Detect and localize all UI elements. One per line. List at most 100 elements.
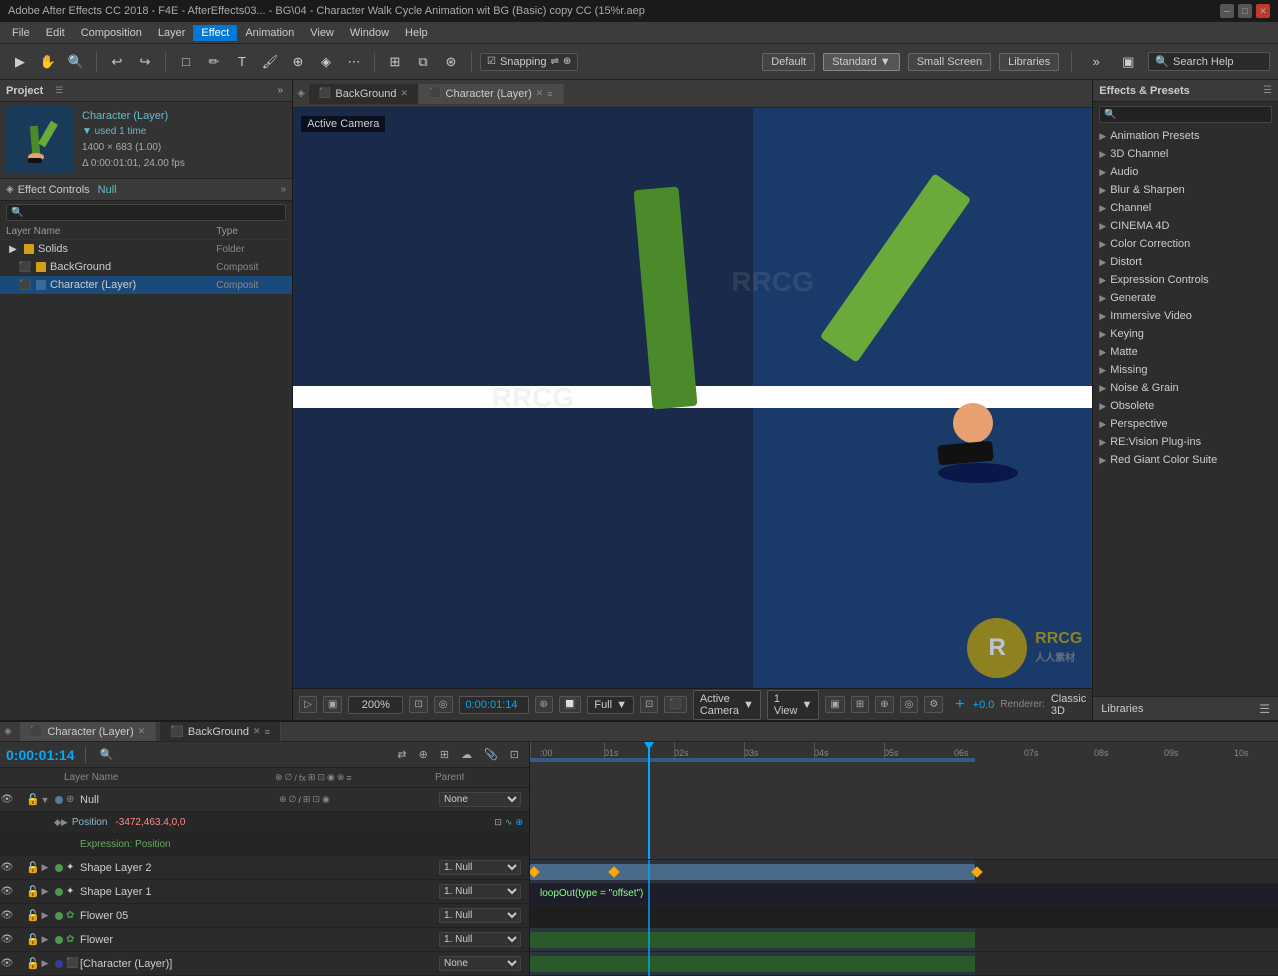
layer-row-shape1[interactable]: 👁 🔓 ▶ ✦ Shape Layer 1 1. Null (0, 880, 529, 904)
pen-tool[interactable]: ✏ (202, 50, 226, 74)
category-noise-grain[interactable]: ▶ Noise & Grain (1093, 379, 1278, 397)
category-expression-controls[interactable]: ▶ Expression Controls (1093, 271, 1278, 289)
category-color-correction[interactable]: ▶ Color Correction (1093, 235, 1278, 253)
category-channel[interactable]: ▶ Channel (1093, 199, 1278, 217)
sw-null-2[interactable]: ∅ (289, 794, 297, 805)
menu-view[interactable]: View (302, 25, 342, 41)
menu-layer[interactable]: Layer (150, 25, 194, 41)
tl-tab-character[interactable]: ⬛ Character (Layer) ✕ (20, 722, 156, 741)
comp-tab-character[interactable]: ⬛ Character (Layer) ✕ ≡ (419, 84, 563, 104)
tl-tab-bg-menu[interactable]: ≡ (265, 727, 270, 737)
viewer-ctrl-bg[interactable]: 🔲 (559, 696, 581, 713)
parent-select-shape2[interactable]: 1. Null (439, 860, 521, 875)
sw-null-5[interactable]: ⊡ (312, 794, 320, 805)
workspace-standard[interactable]: Standard ▼ (823, 53, 900, 71)
viewer-ctrl-grid[interactable]: ⊞ (851, 696, 869, 713)
category-distort[interactable]: ▶ Distort (1093, 253, 1278, 271)
zoom-display[interactable]: 200% (348, 696, 403, 714)
workspace-default[interactable]: Default (762, 53, 815, 71)
tl-tab-char-close[interactable]: ✕ (138, 726, 146, 737)
viewer-ctrl-2[interactable]: ⬛ (664, 696, 686, 713)
brush-tool[interactable]: 🖌 (258, 50, 282, 74)
layer-row-character[interactable]: 👁 🔓 ▶ ⬛ [Character (Layer)] None (0, 952, 529, 976)
sw-null-3[interactable]: / (298, 795, 301, 805)
layer-expand-character[interactable]: ▶ (38, 958, 52, 969)
tl-tool-4[interactable]: ☁ (457, 746, 476, 763)
parent-select-flower05[interactable]: 1. Null (439, 908, 521, 923)
viewer-ctrl-guide[interactable]: ⊕ (875, 696, 893, 713)
effect-controls-expand[interactable]: » (281, 184, 287, 195)
redo-tool[interactable]: ↪ (133, 50, 157, 74)
tl-tab-background[interactable]: ⬛ BackGround ✕ ≡ (160, 722, 281, 741)
tl-tool-2[interactable]: ⊕ (415, 746, 432, 763)
item-solids[interactable]: ▶ Solids Folder (0, 240, 292, 258)
layer-vis-null[interactable]: 👁 (0, 794, 14, 805)
parent-select-null[interactable]: None (439, 792, 521, 807)
project-panel-expand[interactable]: » (275, 84, 287, 97)
item-background[interactable]: ⬛ BackGround Composit (0, 258, 292, 276)
layer-row-flower05[interactable]: 👁 🔓 ▶ ✿ Flower 05 1. Null (0, 904, 529, 928)
libraries-icon[interactable]: ☰ (1259, 702, 1270, 716)
layer-lock-character[interactable]: 🔓 (26, 957, 38, 970)
prop-ctrl-1[interactable]: ⊡ (494, 817, 502, 828)
menu-help[interactable]: Help (397, 25, 436, 41)
layer-expand-shape2[interactable]: ▶ (38, 862, 52, 873)
category-perspective[interactable]: ▶ Perspective (1093, 415, 1278, 433)
category-animation-presets[interactable]: ▶ Animation Presets (1093, 127, 1278, 145)
timeline-playhead[interactable] (648, 742, 650, 859)
select-tool[interactable]: ▶ (8, 50, 32, 74)
category-missing[interactable]: ▶ Missing (1093, 361, 1278, 379)
quality-dropdown[interactable]: Full ▼ (587, 696, 634, 714)
tl-tool-5[interactable]: 📎 (480, 746, 502, 763)
extra-tool[interactable]: ⊛ (439, 50, 463, 74)
category-generate[interactable]: ▶ Generate (1093, 289, 1278, 307)
menu-animation[interactable]: Animation (237, 25, 302, 41)
menu-composition[interactable]: Composition (73, 25, 150, 41)
view-mode-dropdown[interactable]: 1 View ▼ (767, 690, 820, 720)
menu-file[interactable]: File (4, 25, 38, 41)
category-immersive-video[interactable]: ▶ Immersive Video (1093, 307, 1278, 325)
sw-null-1[interactable]: ⊕ (279, 794, 287, 805)
category-keying[interactable]: ▶ Keying (1093, 325, 1278, 343)
tl-tool-1[interactable]: ⇄ (393, 746, 410, 763)
layer-expand-null[interactable]: ▼ (38, 795, 52, 805)
layer-lock-shape2[interactable]: 🔓 (26, 861, 38, 874)
category-3d-channel[interactable]: ▶ 3D Channel (1093, 145, 1278, 163)
viewer-ctrl-overlay[interactable]: ◎ (900, 696, 919, 713)
comp-tab-bg-close[interactable]: ✕ (401, 88, 409, 99)
layer-lock-shape1[interactable]: 🔓 (26, 885, 38, 898)
text-tool[interactable]: T (230, 50, 254, 74)
item-character-layer[interactable]: ⬛ Character (Layer) Composit (0, 276, 292, 294)
layer-vis-character[interactable]: 👁 (0, 958, 14, 969)
viewer-ctrl-monitor[interactable]: ▣ (323, 696, 342, 713)
parent-select-shape1[interactable]: 1. Null (439, 884, 521, 899)
layer-row-flower[interactable]: 👁 🔓 ▶ ✿ Flower 1. Null (0, 928, 529, 952)
layer-row-null[interactable]: 👁 🔓 ▼ ⊕ Null ⊕ ∅ / ⊞ ⊡ ◉ None (0, 788, 529, 812)
layer-expand-shape1[interactable]: ▶ (38, 886, 52, 897)
viewer-ctrl-3d[interactable]: ▣ (825, 696, 844, 713)
project-search-input[interactable] (6, 204, 286, 221)
prop-ctrl-3[interactable]: ⊕ (515, 817, 523, 828)
category-matte[interactable]: ▶ Matte (1093, 343, 1278, 361)
category-blur-sharpen[interactable]: ▶ Blur & Sharpen (1093, 181, 1278, 199)
layer-vis-flower[interactable]: 👁 (0, 934, 14, 945)
layer-vis-shape1[interactable]: 👁 (0, 886, 14, 897)
puppet-tool[interactable]: ◈ (314, 50, 338, 74)
undo-tool[interactable]: ↩ (105, 50, 129, 74)
comp-tab-char-menu[interactable]: ≡ (547, 89, 552, 99)
category-red-giant[interactable]: ▶ Red Giant Color Suite (1093, 451, 1278, 469)
viewer-ctrl-cam[interactable]: ◎ (434, 696, 453, 713)
category-cinema4d[interactable]: ▶ CINEMA 4D (1093, 217, 1278, 235)
distort-tool[interactable]: ⧉ (411, 50, 435, 74)
viewer-ctrl-fit[interactable]: ⊡ (409, 696, 427, 713)
workspace-small-screen[interactable]: Small Screen (908, 53, 991, 71)
effects-search-input[interactable] (1099, 106, 1272, 123)
viewer-ctrl-plus[interactable]: + (955, 696, 964, 714)
time-display[interactable]: 0:00:01:14 (459, 696, 529, 714)
tl-tool-6[interactable]: ⊡ (506, 746, 523, 763)
sw-null-4[interactable]: ⊞ (303, 794, 311, 805)
hand-tool[interactable]: ✋ (36, 50, 60, 74)
align-tool[interactable]: ⊞ (383, 50, 407, 74)
current-time-display[interactable]: 0:00:01:14 (6, 747, 75, 763)
parent-select-flower[interactable]: 1. Null (439, 932, 521, 947)
